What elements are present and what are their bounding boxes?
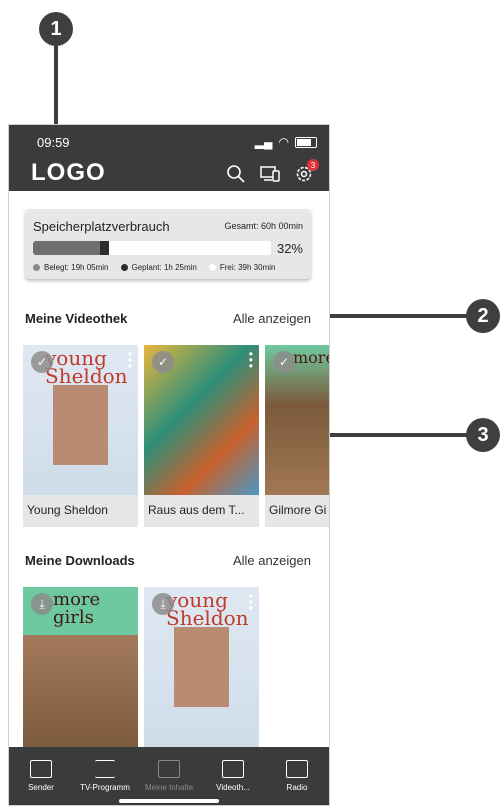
video-title: Gilmore Gi [269, 503, 327, 517]
list-icon [95, 760, 115, 778]
legend-free: Frei: 39h 30min [208, 263, 275, 272]
storage-bar [33, 241, 271, 255]
phone-screen: 09:59 ▂▄ ◠ LOGO 3 Speicherplatzverbrauch… [8, 124, 330, 806]
status-icons: ▂▄ ◠ [255, 135, 317, 149]
nav-videothek[interactable]: Videoth... [201, 747, 265, 805]
videothek-list: young Sheldon ✓ • • • Young Sheldon ✓ • • • R… [23, 345, 329, 527]
callout-1: 1 [39, 12, 73, 46]
status-time: 09:59 [37, 135, 70, 150]
more-icon[interactable]: • • • [249, 590, 253, 614]
download-card[interactable]: young Sheldon ⤓ • • • [144, 587, 259, 747]
film-icon [222, 760, 244, 778]
downloads-show-all-link[interactable]: Alle anzeigen [233, 553, 311, 568]
signal-icon: ▂▄ [254, 135, 273, 149]
videothek-show-all-link[interactable]: Alle anzeigen [233, 311, 311, 326]
notification-badge: 3 [307, 159, 319, 171]
check-icon[interactable]: ✓ [273, 351, 295, 373]
wifi-icon: ◠ [278, 135, 289, 149]
legend-used: Belegt: 19h 05min [33, 263, 109, 272]
poster-image [174, 627, 229, 707]
tv-icon [30, 760, 52, 778]
poster-gilmore-girls: more ✓ [265, 345, 329, 495]
storage-bar-used [33, 241, 100, 255]
radio-icon [286, 760, 308, 778]
callout-3: 3 [466, 418, 500, 452]
downloads-list: more girls ⤓ young Sheldon ⤓ • • • [23, 587, 259, 747]
more-icon[interactable]: • • • [128, 348, 132, 372]
bottom-navigation: Sender TV-Programm Meine Inhalte Videoth… [9, 747, 329, 805]
callout-2: 2 [466, 299, 500, 333]
poster-logo: young Sheldon [45, 346, 128, 388]
download-icon[interactable]: ⤓ [152, 593, 174, 615]
poster-image [53, 385, 108, 465]
download-icon[interactable]: ⤓ [31, 593, 53, 615]
poster-logo: young Sheldon [166, 588, 249, 630]
storage-title: Speicherplatzverbrauch [33, 219, 170, 234]
storage-total: Gesamt: 60h 00min [224, 221, 303, 231]
app-logo: LOGO [31, 159, 106, 186]
legend-planned: Geplant: 1h 25min [120, 263, 197, 272]
callout-2-line [316, 314, 468, 318]
videothek-title: Meine Videothek [25, 311, 128, 326]
poster-gilmore-girls: more girls ⤓ [23, 587, 138, 747]
battery-icon [295, 136, 317, 148]
poster-logo: more girls [53, 589, 101, 628]
video-title: Young Sheldon [27, 503, 108, 517]
poster-young-sheldon: young Sheldon ✓ • • • [23, 345, 138, 495]
grid-plus-icon [158, 760, 180, 778]
poster-young-sheldon: young Sheldon ⤓ • • • [144, 587, 259, 747]
nav-tv-programm[interactable]: TV-Programm [73, 747, 137, 805]
search-icon[interactable] [225, 163, 247, 185]
check-icon[interactable]: ✓ [152, 351, 174, 373]
storage-bar-planned [99, 241, 110, 255]
video-title: Raus aus dem T... [148, 503, 245, 517]
download-card[interactable]: more girls ⤓ [23, 587, 138, 747]
app-header: 09:59 ▂▄ ◠ LOGO 3 [9, 125, 329, 191]
storage-percent: 32% [276, 241, 303, 256]
more-icon[interactable]: • • • [249, 348, 253, 372]
downloads-title: Meine Downloads [25, 553, 135, 568]
nav-radio[interactable]: Radio [265, 747, 329, 805]
storage-legend: Belegt: 19h 05min Geplant: 1h 25min Frei… [33, 263, 275, 272]
nav-sender[interactable]: Sender [9, 747, 73, 805]
storage-card: Speicherplatzverbrauch Gesamt: 60h 00min… [25, 209, 311, 279]
video-card[interactable]: more ✓ Gilmore Gi [265, 345, 329, 527]
nav-meine-inhalte[interactable]: Meine Inhalte [137, 747, 201, 805]
settings-icon[interactable]: 3 [293, 159, 319, 185]
check-icon[interactable]: ✓ [31, 351, 53, 373]
poster-raus-aus-dem-teich: ✓ • • • [144, 345, 259, 495]
devices-icon[interactable] [259, 163, 281, 185]
header-actions: 3 [225, 159, 319, 185]
video-card[interactable]: ✓ • • • Raus aus dem T... [144, 345, 259, 527]
video-card[interactable]: young Sheldon ✓ • • • Young Sheldon [23, 345, 138, 527]
poster-logo: more [293, 348, 329, 367]
home-indicator [119, 799, 219, 803]
